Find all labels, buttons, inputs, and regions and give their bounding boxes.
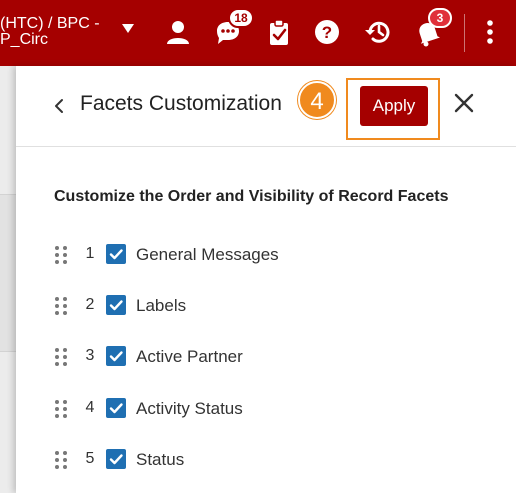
facet-row: 2 Labels bbox=[54, 291, 474, 321]
drag-handle-icon[interactable] bbox=[54, 399, 68, 419]
drag-handle-icon[interactable] bbox=[54, 296, 68, 316]
panel-header: Facets Customization 4 Apply bbox=[16, 66, 516, 147]
facet-order-number: 2 bbox=[85, 296, 95, 313]
facet-row: 4 Activity Status bbox=[54, 394, 474, 424]
user-icon[interactable] bbox=[165, 17, 191, 47]
drag-handle-icon[interactable] bbox=[54, 245, 68, 265]
facet-row: 1 General Messages bbox=[54, 240, 474, 270]
institution-name-line2[interactable]: P_Circ bbox=[0, 32, 48, 48]
institution-dropdown-chevron-icon[interactable] bbox=[122, 24, 134, 33]
more-vertical-icon[interactable] bbox=[482, 17, 498, 47]
facet-visibility-checkbox[interactable] bbox=[106, 449, 126, 469]
facet-row: 5 Status bbox=[54, 445, 474, 475]
panel-title: Facets Customization bbox=[80, 92, 282, 115]
facet-label: General Messages bbox=[136, 245, 279, 264]
top-bar: (HTC) / BPC - P_Circ 18 ? 3 bbox=[0, 0, 516, 66]
facet-label: Status bbox=[136, 450, 185, 469]
institution-name-line1[interactable]: (HTC) / BPC - bbox=[0, 16, 100, 32]
facet-label: Active Partner bbox=[136, 347, 243, 366]
facets-customization-panel: Facets Customization 4 Apply Customize t… bbox=[16, 66, 516, 493]
facet-visibility-checkbox[interactable] bbox=[106, 295, 126, 315]
facet-visibility-checkbox[interactable] bbox=[106, 346, 126, 366]
facet-label: Activity Status bbox=[136, 399, 243, 418]
facet-order-number: 5 bbox=[85, 450, 95, 467]
notifications-count-badge: 3 bbox=[428, 8, 452, 28]
svg-text:?: ? bbox=[322, 23, 332, 42]
facet-order-number: 1 bbox=[85, 245, 95, 262]
drag-handle-icon[interactable] bbox=[54, 347, 68, 367]
drag-handle-icon[interactable] bbox=[54, 450, 68, 470]
help-icon[interactable]: ? bbox=[313, 17, 341, 47]
section-title: Customize the Order and Visibility of Re… bbox=[54, 188, 449, 205]
topbar-divider bbox=[464, 14, 465, 52]
facet-row: 3 Active Partner bbox=[54, 342, 474, 372]
facet-visibility-checkbox[interactable] bbox=[106, 398, 126, 418]
background-page-section bbox=[0, 194, 16, 352]
step-number-badge: 4 bbox=[298, 81, 336, 119]
close-icon[interactable] bbox=[453, 92, 475, 114]
facet-visibility-checkbox[interactable] bbox=[106, 244, 126, 264]
apply-button[interactable]: Apply bbox=[360, 86, 428, 126]
facet-order-number: 3 bbox=[85, 347, 95, 364]
tasks-clipboard-icon[interactable] bbox=[266, 17, 292, 47]
history-icon[interactable] bbox=[363, 17, 393, 47]
facet-order-number: 4 bbox=[85, 399, 95, 416]
chat-count-badge: 18 bbox=[228, 8, 254, 28]
back-chevron-icon[interactable] bbox=[52, 96, 66, 116]
facet-label: Labels bbox=[136, 296, 187, 315]
